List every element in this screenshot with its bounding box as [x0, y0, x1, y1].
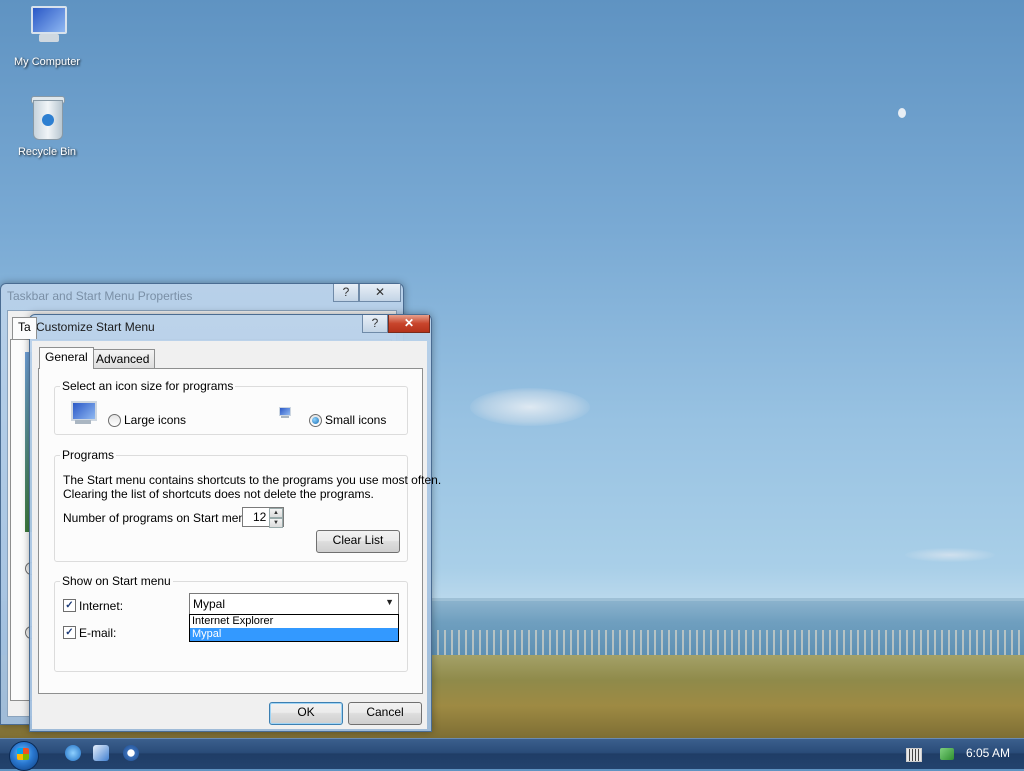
group-legend: Show on Start menu	[62, 574, 171, 588]
dropdown-option-internet-explorer[interactable]: Internet Explorer	[190, 615, 398, 628]
ok-button[interactable]: OK	[269, 702, 343, 725]
clear-list-button[interactable]: Clear List	[316, 530, 400, 553]
large-icons-computer-icon	[67, 401, 97, 425]
tab-advanced[interactable]: Advanced	[90, 349, 156, 369]
cancel-button[interactable]: Cancel	[348, 702, 422, 725]
program-count-spinner[interactable]: 12 ▲ ▼	[242, 507, 284, 528]
small-icons-computer-icon	[277, 407, 291, 419]
network-icon[interactable]	[940, 748, 954, 760]
cloud	[470, 388, 590, 426]
spin-down-icon[interactable]: ▼	[269, 518, 283, 528]
group-legend: Programs	[62, 448, 115, 462]
taskbar	[0, 738, 1024, 769]
help-button[interactable]: ?	[333, 284, 359, 302]
tab-general[interactable]: General	[39, 347, 94, 369]
programs-description-line1: The Start menu contains shortcuts to the…	[63, 473, 442, 487]
cloud	[905, 548, 995, 562]
taskbar-clock[interactable]: 6:05 AM	[966, 746, 1010, 760]
window-title: Taskbar and Start Menu Properties	[7, 289, 193, 303]
large-icons-label: Large icons	[124, 413, 187, 427]
general-tab-panel: Select an icon size for programs Large i…	[38, 368, 441, 694]
moon	[898, 108, 906, 118]
dialog-title: Customize Start Menu	[36, 320, 155, 334]
keyboard-icon[interactable]	[906, 748, 922, 762]
customize-start-menu-dialog[interactable]: Customize Start Menu ? ✕ General Advance…	[29, 314, 441, 732]
dropdown-option-mypal[interactable]: Mypal	[190, 628, 398, 641]
internet-browser-combo[interactable]: Mypal ▼	[189, 593, 399, 615]
small-icons-label: Small icons	[325, 413, 387, 427]
desktop-icon-my-computer[interactable]: My Computer	[7, 4, 87, 68]
desktop-icon-label: My Computer	[13, 56, 81, 68]
program-count-value: 12	[253, 510, 267, 524]
desktop-icon-recycle-bin[interactable]: Recycle Bin	[7, 94, 87, 158]
desktop-icon-label: Recycle Bin	[17, 146, 77, 158]
email-label: E-mail:	[79, 626, 117, 640]
help-button[interactable]: ?	[362, 315, 388, 333]
internet-label: Internet:	[79, 599, 124, 613]
mypal-browser-icon[interactable]	[93, 745, 109, 761]
close-button[interactable]: ✕	[359, 284, 401, 302]
radio-small-icons[interactable]	[309, 414, 322, 427]
radio-large-icons[interactable]	[108, 414, 121, 427]
programs-description-line2: Clearing the list of shortcuts does not …	[63, 487, 374, 501]
windows-logo-icon	[17, 748, 29, 760]
program-count-label: Number of programs on Start menu:	[63, 511, 256, 525]
browser-dropdown-list[interactable]: Internet Explorer Mypal	[189, 614, 399, 642]
recycle-bin-icon	[29, 94, 65, 140]
media-player-icon[interactable]	[123, 745, 139, 761]
chevron-down-icon[interactable]: ▼	[385, 597, 394, 607]
internet-explorer-icon[interactable]	[65, 745, 81, 761]
group-legend: Select an icon size for programs	[62, 379, 234, 393]
computer-icon	[25, 4, 69, 48]
close-button[interactable]: ✕	[388, 315, 430, 333]
email-checkbox[interactable]: ✓	[63, 626, 76, 639]
internet-checkbox[interactable]: ✓	[63, 599, 76, 612]
tab-taskbar[interactable]: Ta	[12, 317, 37, 339]
combo-value: Mypal	[193, 597, 226, 611]
dialog-client-area: General Advanced Select an icon size for…	[32, 341, 441, 729]
spin-up-icon[interactable]: ▲	[269, 508, 283, 518]
